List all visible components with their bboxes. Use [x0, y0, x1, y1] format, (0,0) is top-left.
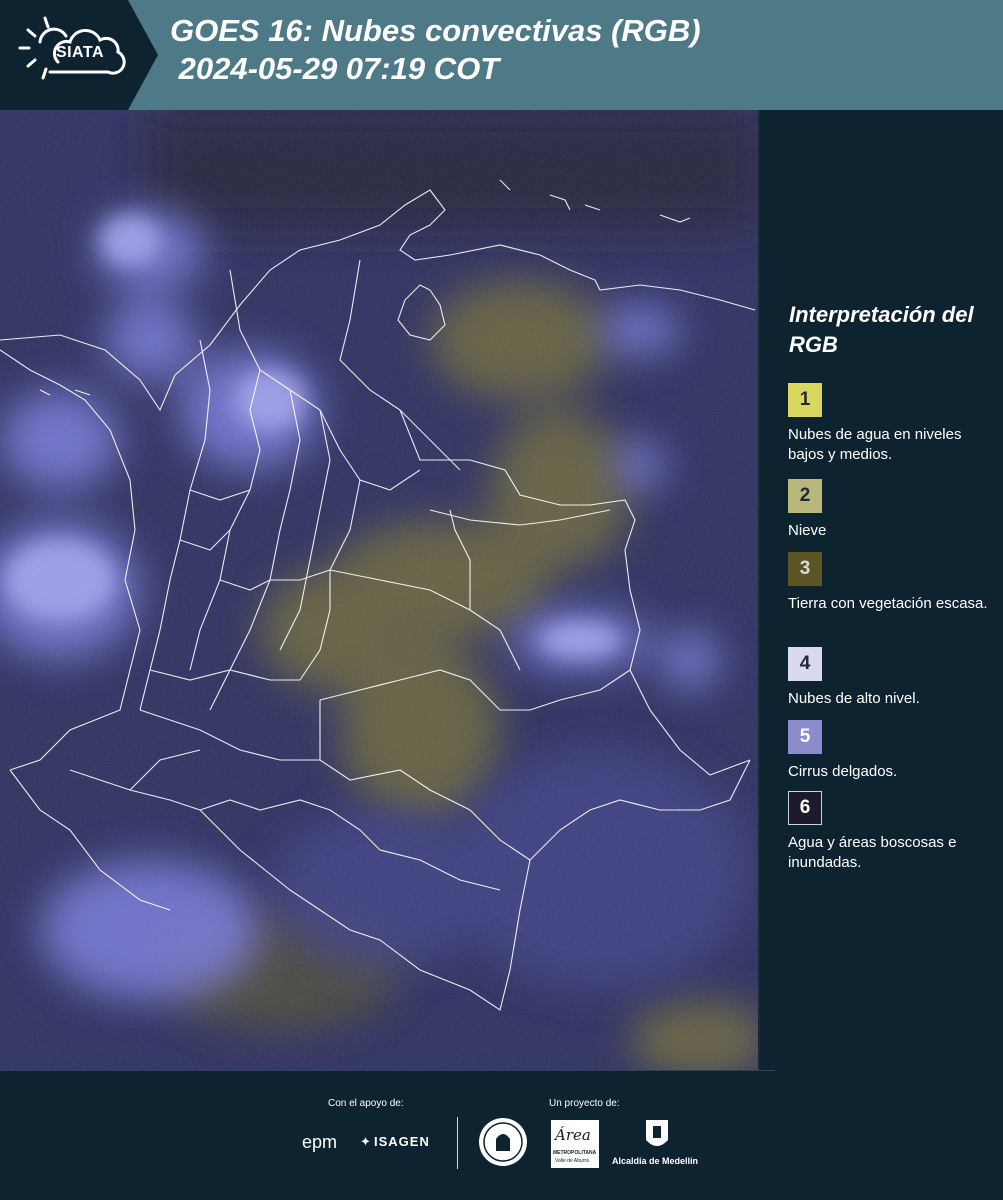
page-title: GOES 16: Nubes convectivas (RGB) 2024-05… — [170, 13, 701, 86]
area-logo-sub2: Valle de Aburrá — [555, 1158, 589, 1164]
legend-number: 5 — [799, 726, 811, 747]
alcaldia-text: Alcaldía de Medellín — [612, 1156, 699, 1166]
legend-label: Nieve — [788, 522, 827, 539]
support-caption: Con el apoyo de: — [328, 1098, 404, 1109]
legend-swatch: 3 — [788, 552, 822, 586]
siata-logo[interactable]: SIATA — [0, 0, 160, 110]
legend-item: 3 Tierra con vegetación escasa. — [788, 552, 998, 614]
footer: Con el apoyo de: Un proyecto de: epm ✦ I… — [0, 1070, 1003, 1200]
footer-separator — [457, 1117, 458, 1169]
legend-number: 1 — [799, 389, 811, 410]
legend-number: 2 — [799, 485, 811, 506]
footer-divider — [0, 1070, 775, 1071]
legend-item: 2 Nieve — [788, 479, 998, 541]
legend-label: Cirrus delgados. — [788, 763, 898, 780]
legend-item: 4 Nubes de alto nivel. — [788, 647, 998, 709]
alcaldia-shield-icon — [646, 1120, 668, 1146]
area-logo-main: Área — [555, 1126, 591, 1144]
legend-label: Nubes de alto nivel. — [788, 690, 920, 707]
epm-logo[interactable]: epm — [302, 1132, 337, 1153]
seal-logo[interactable] — [478, 1117, 528, 1167]
legend-item: 5 Cirrus delgados. — [788, 720, 998, 782]
legend-label: Agua y áreas boscosas e inundadas. — [788, 834, 957, 871]
isagen-logo[interactable]: ✦ ISAGEN — [360, 1134, 440, 1150]
area-logo-sub: METROPOLITANA — [553, 1150, 597, 1156]
legend-number: 4 — [799, 653, 811, 674]
legend-swatch: 2 — [788, 479, 822, 513]
legend-number: 6 — [799, 797, 811, 818]
satellite-map[interactable] — [0, 110, 758, 1070]
project-caption: Un proyecto de: — [549, 1098, 620, 1109]
seal-icon — [479, 1118, 527, 1166]
satellite-image — [0, 110, 758, 1070]
legend-item: 1 Nubes de agua en niveles bajos y medio… — [788, 383, 998, 465]
isagen-text: ISAGEN — [374, 1134, 430, 1149]
legend-item: 6 Agua y áreas boscosas e inundadas. — [788, 791, 998, 873]
header-bar: SIATA GOES 16: Nubes convectivas (RGB) 2… — [0, 0, 1003, 110]
legend-swatch: 5 — [788, 720, 822, 754]
legend-number: 3 — [799, 558, 811, 579]
isagen-icon: ✦ — [360, 1134, 371, 1149]
siata-logo-text: SIATA — [55, 44, 105, 61]
area-metropolitana-logo[interactable]: Área METROPOLITANA Valle de Aburrá — [551, 1120, 599, 1168]
legend-panel: Interpretación del RGB 1 Nubes de agua e… — [760, 110, 1003, 1070]
legend-label: Tierra con vegetación escasa. — [788, 595, 988, 612]
legend-swatch: 1 — [788, 383, 822, 417]
legend-label: Nubes de agua en niveles bajos y medios. — [788, 426, 962, 463]
legend-swatch: 6 — [788, 791, 822, 825]
alcaldia-logo[interactable]: Alcaldía de Medellín — [612, 1118, 704, 1170]
legend-title: Interpretación del RGB — [789, 302, 974, 357]
legend-swatch: 4 — [788, 647, 822, 681]
